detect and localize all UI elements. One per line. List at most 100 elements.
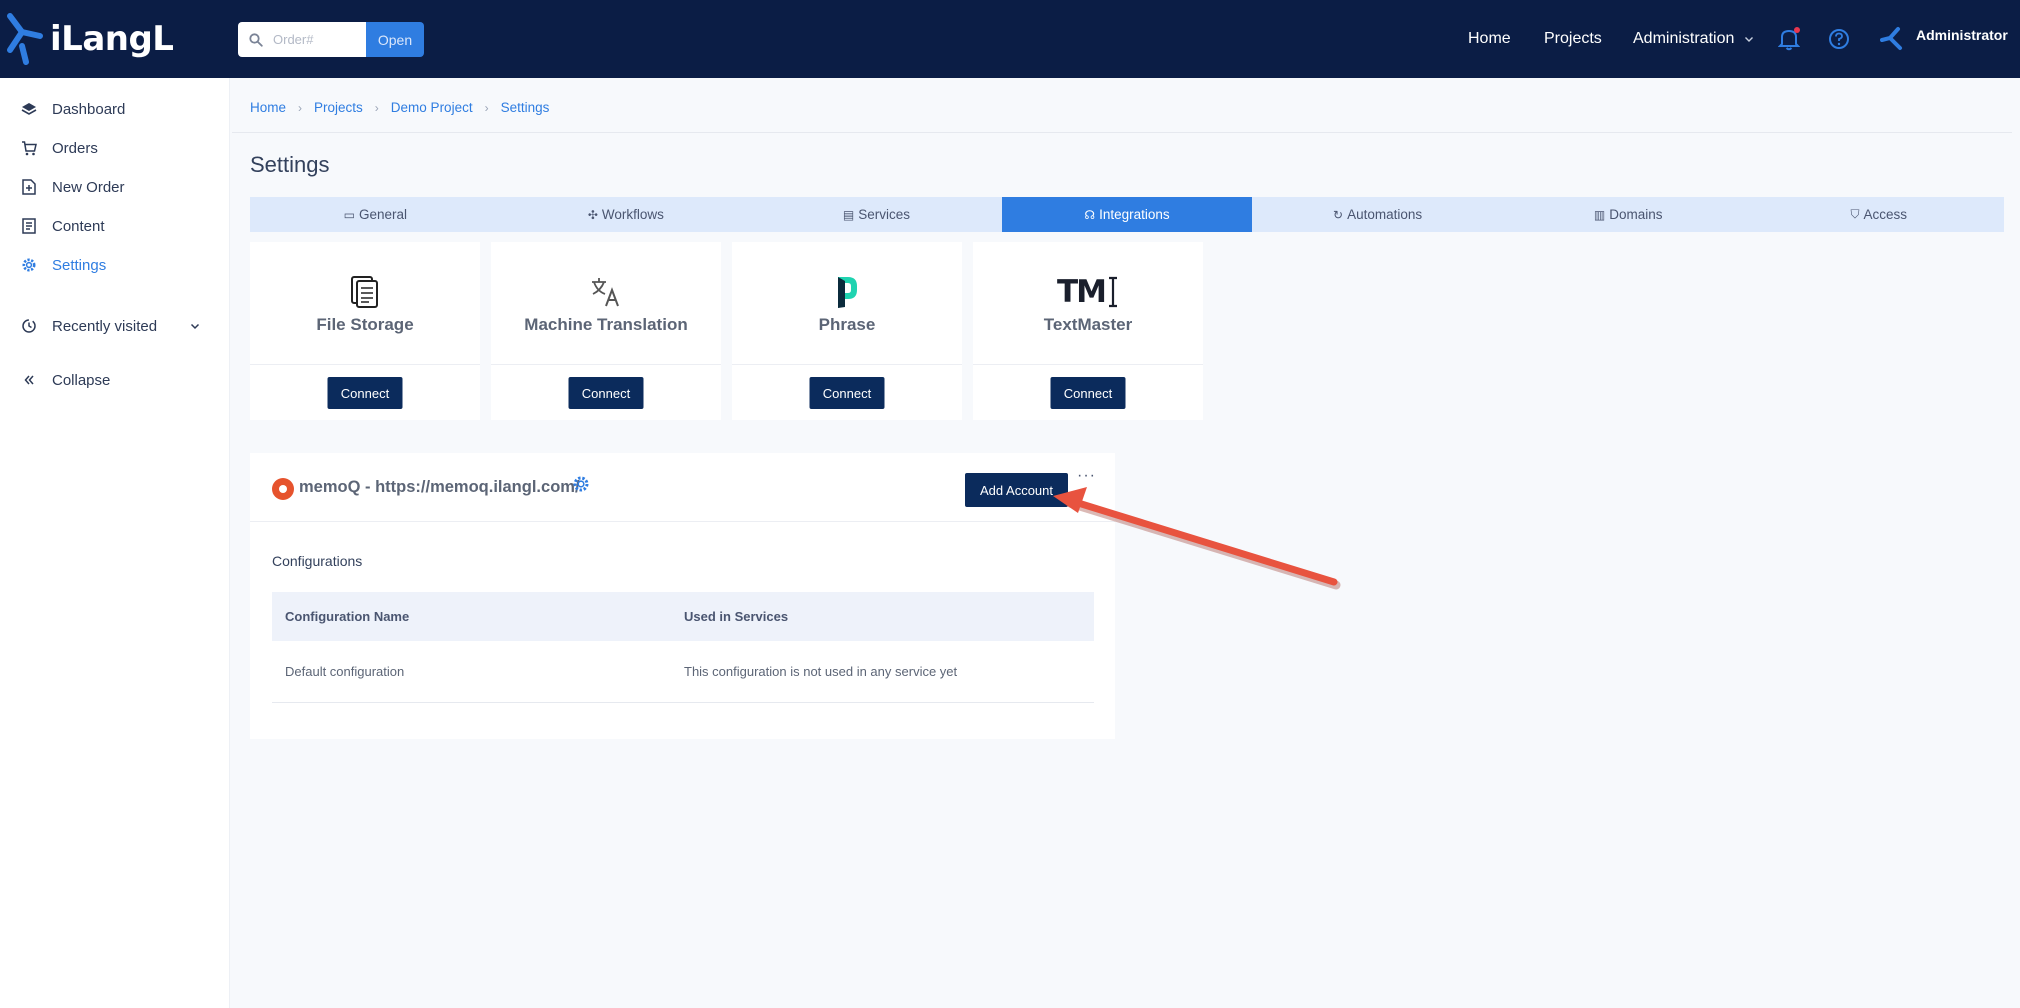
settings-tabs: ▭ General ✣ Workflows ▤ Services ☊ Integ… — [250, 197, 2004, 232]
sidebar-item-orders[interactable]: Orders — [20, 136, 98, 160]
page-title: Settings — [250, 152, 330, 177]
ilangl-logo-icon — [7, 13, 43, 65]
phrase-logo-icon — [732, 272, 962, 312]
tab-automations[interactable]: ↻ Automations — [1252, 197, 1503, 232]
tab-label: General — [358, 207, 407, 222]
layers-icon — [20, 100, 38, 118]
textmaster-logo-text: TM — [1057, 274, 1107, 310]
recently-visited-label: Recently visited — [52, 317, 158, 335]
breadcrumb-home[interactable]: Home — [250, 100, 286, 115]
breadcrumb-projects[interactable]: Projects — [314, 100, 363, 115]
tab-integrations[interactable]: ☊ Integrations — [1001, 197, 1253, 232]
user-avatar-icon — [1880, 27, 1902, 50]
tab-label: Workflows — [601, 207, 664, 222]
gear-icon — [20, 256, 38, 274]
integration-card-textmaster: TM TextMaster Connect — [973, 242, 1203, 420]
sidebar-item-label: Dashboard — [52, 100, 126, 118]
integration-name: Phrase — [818, 315, 876, 334]
connect-button[interactable]: Connect — [568, 377, 644, 409]
memoq-integration-card: memoQ - https://memoq.ilangl.com/ Add Ac… — [250, 453, 1115, 739]
tab-label: Integrations — [1099, 207, 1170, 222]
memoq-card-header: memoQ - https://memoq.ilangl.com/ Add Ac… — [250, 453, 1115, 522]
breadcrumb: Home › Projects › Demo Project › Setting… — [250, 100, 549, 115]
user-name: Administrator — [1916, 27, 2008, 43]
connect-button[interactable]: Connect — [327, 377, 403, 409]
column-header-configuration-name: Configuration Name — [285, 609, 410, 624]
card-divider — [732, 364, 962, 365]
breadcrumb-separator-icon: › — [298, 100, 303, 115]
nav-administration[interactable]: Administration — [1633, 0, 1754, 78]
configuration-name-cell: Default configuration — [285, 664, 405, 679]
open-order-button[interactable]: Open — [366, 22, 424, 57]
card-divider — [973, 364, 1203, 365]
sidebar-item-settings[interactable]: Settings — [20, 253, 106, 277]
shield-icon: ⛉ — [1850, 207, 1860, 221]
tab-label: Access — [1863, 207, 1908, 222]
breadcrumb-separator-icon: › — [484, 100, 489, 115]
integration-name: TextMaster — [1043, 315, 1133, 334]
tab-access[interactable]: ⛉ Access — [1753, 197, 2004, 232]
refresh-icon: ↻ — [1333, 207, 1344, 222]
connect-button[interactable]: Connect — [1050, 377, 1126, 409]
tab-label: Services — [858, 207, 910, 222]
sidebar-item-label: New Order — [52, 178, 125, 196]
sidebar-collapse[interactable]: Collapse — [20, 368, 110, 392]
integration-card-file-storage: File Storage Connect — [250, 242, 480, 420]
nav-projects[interactable]: Projects — [1544, 0, 1602, 78]
breadcrumb-settings[interactable]: Settings — [501, 100, 550, 115]
sidebar-item-label: Settings — [52, 256, 107, 274]
memoq-settings-button[interactable] — [572, 475, 590, 498]
nav-home[interactable]: Home — [1468, 0, 1511, 78]
tab-general[interactable]: ▭ General — [250, 197, 501, 232]
sidebar-item-new-order[interactable]: New Order — [20, 175, 125, 199]
window-icon: ▭ — [343, 207, 355, 222]
integration-name: File Storage — [316, 315, 414, 334]
search-icon — [249, 32, 263, 47]
table-row[interactable]: Default configuration This configuration… — [272, 641, 1094, 703]
tab-domains[interactable]: ▥ Domains — [1503, 197, 1754, 232]
breadcrumb-demo-project[interactable]: Demo Project — [391, 100, 473, 115]
help-icon — [1829, 29, 1849, 49]
logo-text: iLangL — [50, 19, 174, 59]
chevron-down-icon — [190, 323, 200, 330]
tab-workflows[interactable]: ✣ Workflows — [501, 197, 752, 232]
document-list-icon — [20, 217, 38, 235]
history-icon — [20, 317, 38, 335]
sidebar-recently-visited[interactable]: Recently visited — [20, 314, 200, 338]
user-menu[interactable]: Administrator — [1880, 0, 2008, 78]
textmaster-logo-icon: TM — [973, 272, 1203, 312]
server-icon: ▤ — [842, 207, 855, 222]
notifications-button[interactable] — [1778, 0, 1800, 78]
top-navigation-bar: iLangL Open Home Projects Administration — [0, 0, 2020, 78]
order-search: Open — [238, 22, 424, 57]
gear-icon — [573, 476, 589, 492]
tab-services[interactable]: ▤ Services — [751, 197, 1002, 232]
card-divider — [491, 364, 721, 365]
configurations-label: Configurations — [272, 553, 363, 569]
search-box — [238, 22, 366, 57]
translate-icon — [491, 272, 721, 312]
integration-name: Machine Translation — [524, 315, 688, 334]
sidebar-item-content[interactable]: Content — [20, 214, 105, 238]
add-account-button[interactable]: Add Account — [965, 473, 1068, 507]
connect-button[interactable]: Connect — [809, 377, 885, 409]
new-document-icon — [20, 178, 38, 196]
sidebar-item-label: Content — [52, 217, 105, 235]
integration-card-machine-translation: Machine Translation Connect — [491, 242, 721, 420]
integration-card-phrase: Phrase Connect — [732, 242, 962, 420]
memoq-logo-icon — [272, 478, 294, 500]
order-number-input[interactable] — [273, 32, 357, 47]
help-button[interactable] — [1828, 0, 1850, 78]
configurations-table: Configuration Name Used in Services Defa… — [272, 592, 1094, 703]
headset-icon: ☊ — [1084, 207, 1096, 222]
table-header: Configuration Name Used in Services — [272, 592, 1094, 641]
sidebar-item-dashboard[interactable]: Dashboard — [20, 97, 125, 121]
sidebar-item-label: Orders — [52, 139, 98, 157]
breadcrumb-divider — [232, 132, 2012, 133]
more-options-button[interactable]: ··· — [1077, 467, 1096, 485]
app-logo[interactable]: iLangL — [4, 12, 174, 66]
nav-administration-label: Administration — [1633, 30, 1735, 47]
used-in-services-cell: This configuration is not used in any se… — [684, 664, 958, 679]
collapse-label: Collapse — [52, 371, 111, 389]
memoq-title: memoQ - https://memoq.ilangl.com/ — [299, 478, 580, 496]
